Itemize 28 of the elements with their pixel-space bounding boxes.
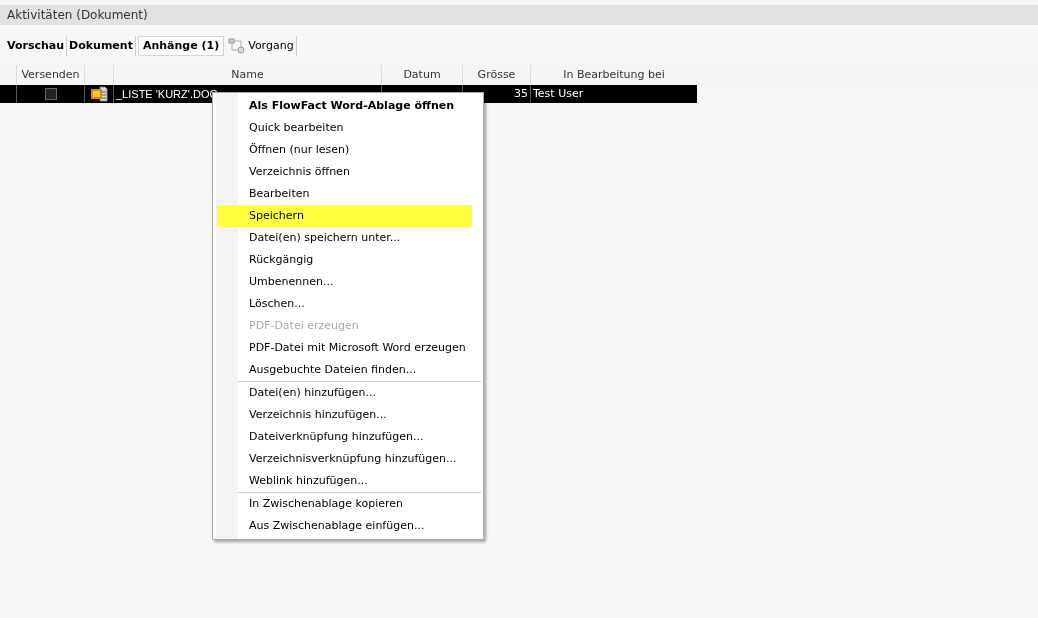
- tab[interactable]: Dokument: [67, 36, 136, 56]
- menu-item[interactable]: Weblink hinzufügen...: [217, 470, 472, 492]
- menu-item[interactable]: Bearbeiten: [217, 183, 472, 205]
- menu-item[interactable]: PDF-Datei mit Microsoft Word erzeugen: [217, 337, 472, 359]
- menu-item[interactable]: Datei(en) speichern unter...: [217, 227, 472, 249]
- checkbox[interactable]: [44, 88, 57, 100]
- word-document-icon: [90, 86, 108, 102]
- panel-title: Aktivitäten (Dokument): [0, 5, 1038, 25]
- menu-item[interactable]: Rückgängig: [217, 249, 472, 271]
- menu-item[interactable]: Löschen...: [217, 293, 472, 315]
- menu-item[interactable]: Verzeichnisverknüpfung hinzufügen...: [217, 448, 472, 470]
- menu-item[interactable]: Speichern: [217, 205, 472, 227]
- menu-item[interactable]: Dateiverknüpfung hinzufügen...: [217, 426, 472, 448]
- menu-item[interactable]: In Zwischenablage kopieren: [217, 493, 472, 515]
- menu-item[interactable]: Verzeichnis öffnen: [217, 161, 472, 183]
- menu-item[interactable]: Quick bearbeiten: [217, 117, 472, 139]
- menu-item[interactable]: Öffnen (nur lesen): [217, 139, 472, 161]
- tab[interactable]: Anhänge (1): [137, 36, 225, 56]
- menu-item[interactable]: Umbenennen...: [217, 271, 472, 293]
- tab[interactable]: Vorgang: [226, 36, 297, 56]
- tab[interactable]: Vorschau: [5, 36, 68, 56]
- menu-item[interactable]: Datei(en) hinzufügen...: [217, 382, 472, 404]
- menu-item[interactable]: Als FlowFact Word-Ablage öffnen: [217, 95, 472, 117]
- menu-item[interactable]: Aus Zwischenablage einfügen...: [217, 515, 472, 537]
- table-cell-text: Test User: [533, 85, 584, 102]
- table-cell-text: 35: [514, 85, 528, 102]
- menu-item[interactable]: Ausgebuchte Dateien finden...: [217, 359, 472, 381]
- menu-item[interactable]: Verzeichnis hinzufügen...: [217, 404, 472, 426]
